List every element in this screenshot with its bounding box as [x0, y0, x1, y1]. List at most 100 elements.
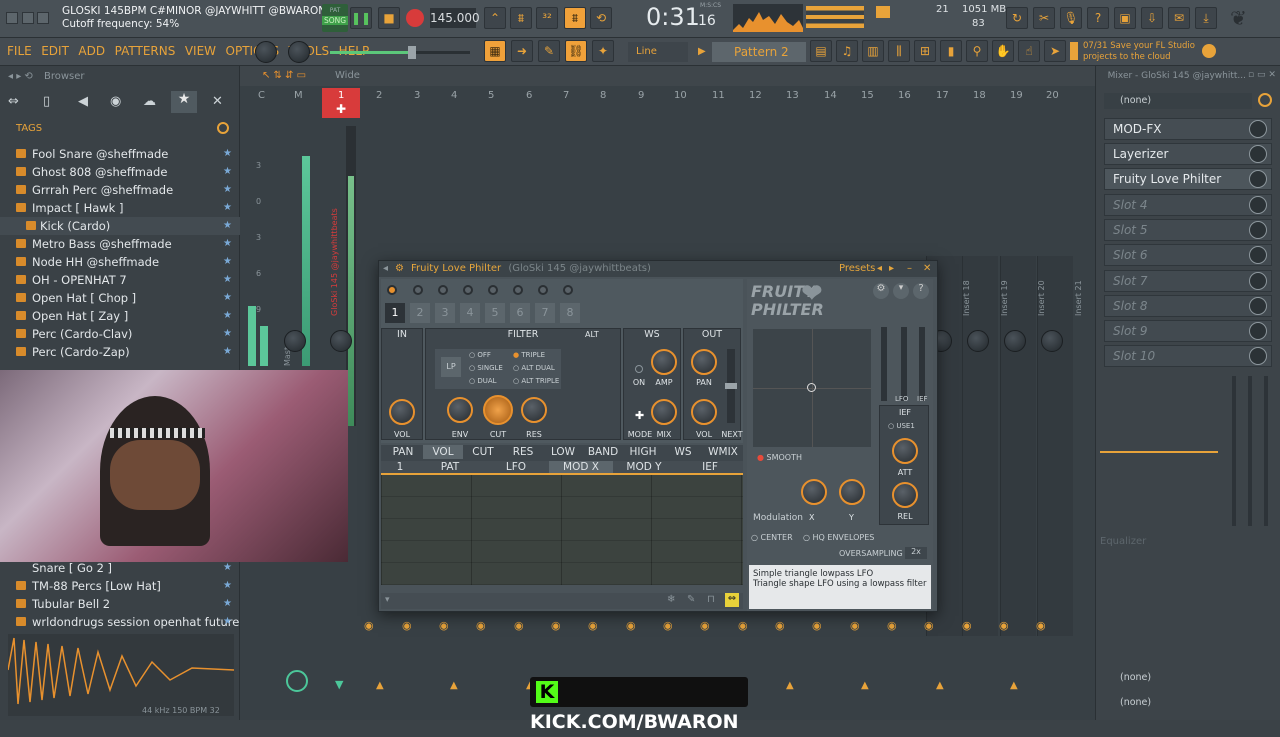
- maximize-button[interactable]: [21, 12, 34, 24]
- speaker-icon[interactable]: ◀: [78, 94, 88, 109]
- fx-slot-5[interactable]: Slot 5: [1104, 219, 1272, 241]
- tab-cut[interactable]: CUT: [463, 445, 503, 459]
- output-select-2[interactable]: (none): [1104, 697, 1252, 711]
- eq-band-slider[interactable]: [1232, 376, 1236, 526]
- list-item[interactable]: Open Hat [ Chop ] ★: [0, 289, 240, 307]
- send-arrow-icon[interactable]: ▲: [936, 680, 944, 691]
- step-led-6[interactable]: [513, 285, 523, 295]
- news-panel[interactable]: 07/31 Save your FL Studio projects to th…: [1083, 41, 1208, 63]
- sub-tab-mod-y[interactable]: MOD Y: [619, 461, 669, 473]
- mode-plus-icon[interactable]: ✚: [635, 409, 644, 422]
- list-item[interactable]: Metro Bass @sheffmade ★: [0, 235, 240, 253]
- opt-alt-triple[interactable]: ○ ALT TRIPLE: [513, 377, 559, 385]
- route-icon[interactable]: ◉: [551, 619, 561, 632]
- env-knob[interactable]: [447, 397, 473, 423]
- tools-icon[interactable]: ✂: [1033, 7, 1055, 29]
- presets-button[interactable]: Presets: [839, 261, 875, 277]
- step-button-8[interactable]: 8: [560, 303, 580, 323]
- mixer-window-icons[interactable]: ▫ ▭ ✕: [1248, 70, 1276, 80]
- mix-knob[interactable]: [651, 399, 677, 425]
- route-icon[interactable]: ◉: [887, 619, 897, 632]
- route-icon[interactable]: ◉: [962, 619, 972, 632]
- plugin-menu-arrow-icon[interactable]: ◂: [383, 261, 388, 277]
- close-button[interactable]: [37, 12, 49, 24]
- master-volume-knob[interactable]: [255, 41, 277, 63]
- route-icon[interactable]: ◉: [738, 619, 748, 632]
- cart-icon[interactable]: [1070, 42, 1078, 60]
- route-icon[interactable]: ◉: [775, 619, 785, 632]
- step-button-5[interactable]: 5: [485, 303, 505, 323]
- tab-res[interactable]: RES: [503, 445, 543, 459]
- tab-wmix[interactable]: WMIX: [703, 445, 743, 459]
- step-led-3[interactable]: [438, 285, 448, 295]
- step-led-5[interactable]: [488, 285, 498, 295]
- envelope-editor[interactable]: [381, 473, 743, 585]
- piano-roll-icon[interactable]: ♫: [836, 40, 858, 62]
- route-icon[interactable]: ◉: [663, 619, 673, 632]
- list-item[interactable]: Fool Snare @sheffmade ★: [0, 145, 240, 163]
- mix-knob[interactable]: [1249, 347, 1267, 365]
- smooth-toggle[interactable]: ● SMOOTH: [757, 453, 802, 462]
- mix-knob[interactable]: [1249, 272, 1267, 290]
- stop-button[interactable]: ■: [378, 7, 400, 29]
- channel-rack-icon[interactable]: ▥: [862, 40, 884, 62]
- record-button[interactable]: [406, 9, 424, 27]
- opt-single[interactable]: ○ SINGLE: [469, 364, 503, 372]
- mixer-icon[interactable]: ⫼: [888, 40, 910, 62]
- plugin-icon[interactable]: ⊞: [914, 40, 936, 62]
- timer-icon[interactable]: [1258, 93, 1272, 107]
- send-arrow-icon[interactable]: ▲: [861, 680, 869, 691]
- browser-icon[interactable]: ▮: [940, 40, 962, 62]
- mod-y-knob[interactable]: [839, 479, 865, 505]
- pan-knob[interactable]: [1041, 330, 1063, 352]
- tab-vol[interactable]: VOL: [423, 445, 463, 459]
- save-icon[interactable]: ▣: [1114, 7, 1136, 29]
- mix-knob[interactable]: [1249, 297, 1267, 315]
- route-icon[interactable]: ◉: [1036, 619, 1046, 632]
- minimize-plugin-icon[interactable]: –: [907, 261, 912, 277]
- preset-next-icon[interactable]: ▸: [889, 261, 894, 277]
- lock-icon[interactable]: ⊓: [707, 594, 715, 605]
- list-item[interactable]: TM-88 Percs [Low Hat] ★: [0, 577, 240, 595]
- att-knob[interactable]: [892, 438, 918, 464]
- out-vol-knob[interactable]: [691, 399, 717, 425]
- collapse-icon[interactable]: ⇔: [8, 94, 19, 109]
- help-icon[interactable]: ?: [1087, 7, 1109, 29]
- route-icon[interactable]: ◉: [924, 619, 934, 632]
- step-button-7[interactable]: 7: [535, 303, 555, 323]
- route-icon[interactable]: ◉: [850, 619, 860, 632]
- step-led-1[interactable]: [387, 285, 397, 295]
- route-icon[interactable]: ◉: [364, 619, 374, 632]
- mix-knob[interactable]: [1249, 170, 1267, 188]
- fx-slot-1[interactable]: MOD-FX: [1104, 118, 1272, 140]
- opt-off[interactable]: ○ OFF: [469, 351, 491, 359]
- fx-slot-10[interactable]: Slot 10: [1104, 345, 1272, 367]
- pan-knob[interactable]: [284, 330, 306, 352]
- mix-knob[interactable]: [1249, 221, 1267, 239]
- rel-knob[interactable]: [892, 482, 918, 508]
- list-item[interactable]: Grrrah Perc @sheffmade ★: [0, 181, 240, 199]
- download-icon[interactable]: ⤓: [1195, 7, 1217, 29]
- file-icon[interactable]: ▯: [43, 94, 50, 109]
- xy-pad[interactable]: [753, 329, 871, 447]
- pan-knob[interactable]: [330, 330, 352, 352]
- opt-triple[interactable]: ● TRIPLE: [513, 351, 545, 359]
- opt-alt-dual[interactable]: ○ ALT DUAL: [513, 364, 555, 372]
- tab-ws[interactable]: WS: [663, 445, 703, 459]
- route-icon[interactable]: ◉: [476, 619, 486, 632]
- list-item[interactable]: Node HH @sheffmade ★: [0, 253, 240, 271]
- cloud-icon[interactable]: ☁: [143, 94, 156, 109]
- step-button-3[interactable]: 3: [435, 303, 455, 323]
- master-send-knob[interactable]: [286, 670, 308, 692]
- out-pan-knob[interactable]: [691, 349, 717, 375]
- list-item[interactable]: Tubular Bell 2 ★: [0, 595, 240, 613]
- next-label[interactable]: NEXT: [719, 430, 745, 439]
- out-level-slider[interactable]: [725, 349, 737, 423]
- oversampling-select[interactable]: 2x: [905, 547, 927, 559]
- pan-knob[interactable]: [1004, 330, 1026, 352]
- in-vol-knob[interactable]: [389, 399, 415, 425]
- sub-tab-ief[interactable]: IEF: [685, 461, 735, 473]
- route-icon[interactable]: ◉: [700, 619, 710, 632]
- mix-knob[interactable]: [1249, 196, 1267, 214]
- playlist-icon[interactable]: ▦: [484, 40, 506, 62]
